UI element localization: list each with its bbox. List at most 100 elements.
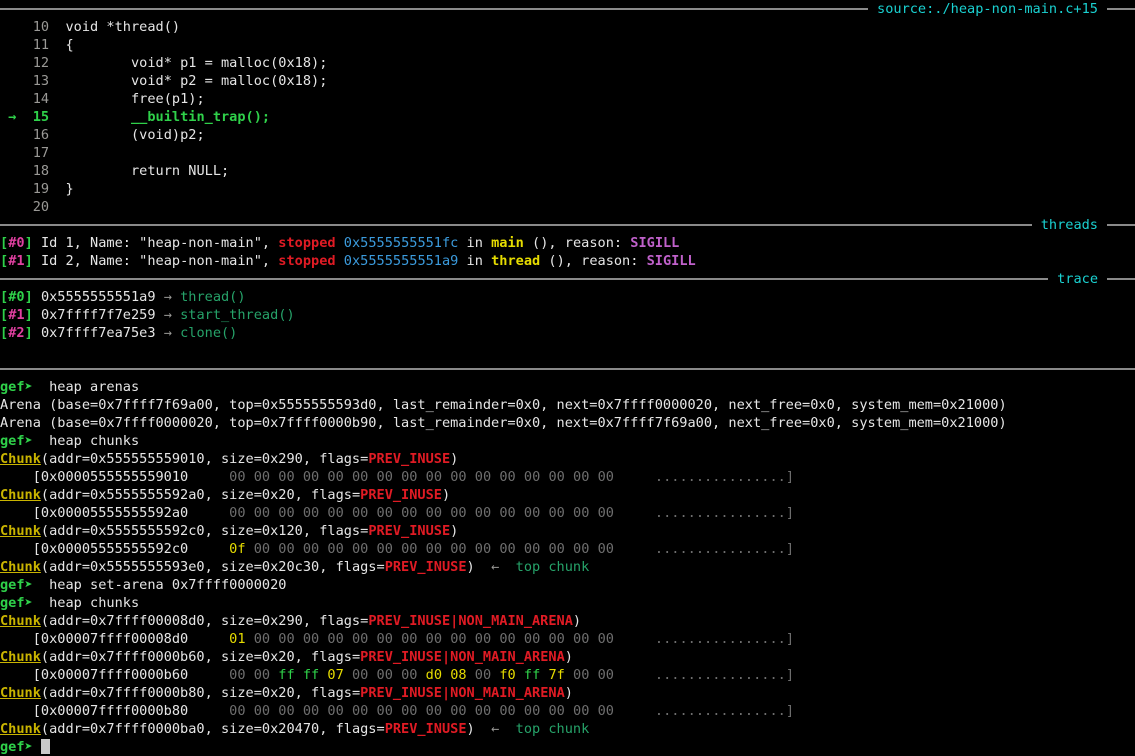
chunk-flags-label: , flags=	[295, 649, 360, 665]
chunk-size-label: , size=	[205, 487, 262, 503]
terminal-window[interactable]: source:./heap-non-main.c+15 10 void *thr…	[0, 0, 1135, 748]
heap-chunk-hexdump: [0x00005555555592c0 0f 00 00 00 00 00 00…	[0, 540, 1135, 558]
chunk-addr-label: (addr=	[41, 685, 90, 701]
hexdump-byte: 00	[393, 541, 418, 557]
heap-chunk-line[interactable]: Chunk(addr=0x7ffff0000b60, size=0x20, fl…	[0, 648, 1135, 666]
gutter-gap	[49, 19, 65, 35]
trace-frame-bracket: ]	[25, 289, 41, 305]
thread-id-label: Id 2, Name:	[41, 253, 139, 269]
chunk-label[interactable]: Chunk	[0, 685, 41, 701]
chunk-label[interactable]: Chunk	[0, 559, 41, 575]
heap-chunk-line[interactable]: Chunk(addr=0x7ffff0000b80, size=0x20, fl…	[0, 684, 1135, 702]
trace-arrow-icon: →	[164, 289, 180, 305]
console-prompt-line[interactable]: gef➤ heap chunks	[0, 594, 1135, 612]
hexdump-byte: 00	[295, 469, 320, 485]
thread-sep	[336, 235, 344, 251]
chunk-addr-label: (addr=	[41, 613, 90, 629]
chunk-size: 0x20	[262, 649, 295, 665]
source-line: 10 void *thread()	[0, 18, 1135, 36]
trace-frame-address: 0x5555555551a9	[41, 289, 164, 305]
chunk-size: 0x20c30	[262, 559, 319, 575]
heap-chunk-line[interactable]: Chunk(addr=0x5555555592a0, size=0x20, fl…	[0, 486, 1135, 504]
gutter-gap	[49, 181, 65, 197]
source-line: 20	[0, 198, 1135, 216]
source-line-number: 20	[33, 199, 49, 215]
hexdump-byte: 00	[565, 505, 590, 521]
trace-frame[interactable]: [#0] 0x5555555551a9 → thread()	[0, 288, 1135, 306]
chunk-size: 0x20	[262, 685, 295, 701]
thread-sep	[336, 253, 344, 269]
console-prompt-line[interactable]: gef➤ heap chunks	[0, 432, 1135, 450]
console-prompt-line[interactable]: gef➤ heap arenas	[0, 378, 1135, 396]
hexdump-byte: 00	[319, 541, 344, 557]
thread-parens: (),	[540, 253, 581, 269]
chunk-label[interactable]: Chunk	[0, 649, 41, 665]
hexdump-byte: 00	[229, 703, 245, 719]
hexdump-byte: d0	[417, 667, 442, 683]
line-gutter	[0, 163, 33, 179]
line-gutter	[0, 145, 33, 161]
chunk-label[interactable]: Chunk	[0, 613, 41, 629]
hexdump-byte: 00	[270, 631, 295, 647]
heap-chunk-line[interactable]: Chunk(addr=0x5555555593e0, size=0x20c30,…	[0, 558, 1135, 576]
hexdump-byte: 00	[589, 703, 614, 719]
console-input-line[interactable]: gef➤	[0, 738, 1135, 756]
chunk-size-label: , size=	[205, 559, 262, 575]
hexdump-byte: 00	[491, 631, 516, 647]
chunk-address: 0x5555555592c0	[90, 523, 205, 539]
trace-frame-bracket: [	[0, 289, 8, 305]
chunk-size-label: , size=	[205, 613, 262, 629]
chunk-label[interactable]: Chunk	[0, 487, 41, 503]
thread-entry[interactable]: [#1] Id 2, Name: "heap-non-main", stoppe…	[0, 252, 1135, 270]
text-cursor[interactable]	[41, 739, 50, 754]
chunk-label[interactable]: Chunk	[0, 523, 41, 539]
top-chunk-arrow-icon: ←	[475, 721, 516, 737]
source-line-number: 15	[33, 109, 49, 125]
chunk-address: 0x7ffff0000ba0	[90, 721, 205, 737]
thread-sep: ,	[262, 253, 278, 269]
source-line: 12 void* p1 = malloc(0x18);	[0, 54, 1135, 72]
hexdump-address: [0x00005555555592a0	[0, 505, 188, 521]
source-line-number: 14	[33, 91, 49, 107]
console-prompt-line[interactable]: gef➤ heap set-arena 0x7ffff0000020	[0, 576, 1135, 594]
arena-line-1-text: Arena (base=0x7ffff0000020, top=0x7ffff0…	[0, 415, 1007, 431]
hexdump-byte: 00	[540, 505, 565, 521]
top-chunk-label: top chunk	[516, 721, 590, 737]
console-output[interactable]: gef➤ heap arenasArena (base=0x7ffff7f69a…	[0, 378, 1135, 756]
trace-frame[interactable]: [#1] 0x7ffff7f7e259 → start_thread()	[0, 306, 1135, 324]
chunk-flags-label: , flags=	[303, 523, 368, 539]
chunk-label[interactable]: Chunk	[0, 451, 41, 467]
source-line: 18 return NULL;	[0, 162, 1135, 180]
trace-frame-bracket: ]	[25, 307, 41, 323]
chunk-addr-label: (addr=	[41, 649, 90, 665]
heap-chunk-line[interactable]: Chunk(addr=0x5555555592c0, size=0x120, f…	[0, 522, 1135, 540]
hexdump-byte: 00	[270, 469, 295, 485]
arena-line-1: Arena (base=0x7ffff0000020, top=0x7ffff0…	[0, 414, 1135, 432]
trace-frame[interactable]: [#2] 0x7ffff7ea75e3 → clone()	[0, 324, 1135, 342]
hexdump-byte: 00	[295, 505, 320, 521]
hexdump-byte: 00	[319, 631, 344, 647]
hexdump-byte: 00	[344, 631, 369, 647]
hexdump-byte: ff	[516, 667, 541, 683]
chunk-address: 0x7ffff0000b80	[90, 685, 205, 701]
rule-left	[0, 278, 1048, 280]
thread-entry[interactable]: [#0] Id 1, Name: "heap-non-main", stoppe…	[0, 234, 1135, 252]
section-separator-source: source:./heap-non-main.c+15	[0, 0, 1135, 18]
heap-chunk-line[interactable]: Chunk(addr=0x7ffff00008d0, size=0x290, f…	[0, 612, 1135, 630]
chunk-size-label: , size=	[205, 451, 262, 467]
hexdump-byte: 01	[229, 631, 245, 647]
source-line-number: 18	[33, 163, 49, 179]
chunk-close-paren: )	[442, 487, 450, 503]
gutter-gap	[49, 199, 65, 215]
thread-frame-bracket: ]	[25, 235, 41, 251]
chunk-address: 0x5555555593e0	[90, 559, 205, 575]
heap-chunk-line[interactable]: Chunk(addr=0x555555559010, size=0x290, f…	[0, 450, 1135, 468]
heap-chunk-line[interactable]: Chunk(addr=0x7ffff0000ba0, size=0x20470,…	[0, 720, 1135, 738]
trace-frame-index: #2	[8, 325, 24, 341]
hexdump-byte: 00	[246, 469, 271, 485]
heap-chunk-hexdump: [0x00005555555592a0 00 00 00 00 00 00 00…	[0, 504, 1135, 522]
chunk-label[interactable]: Chunk	[0, 721, 41, 737]
hexdump-gap	[188, 541, 229, 557]
line-gutter	[0, 181, 33, 197]
hexdump-gap2	[614, 541, 655, 557]
